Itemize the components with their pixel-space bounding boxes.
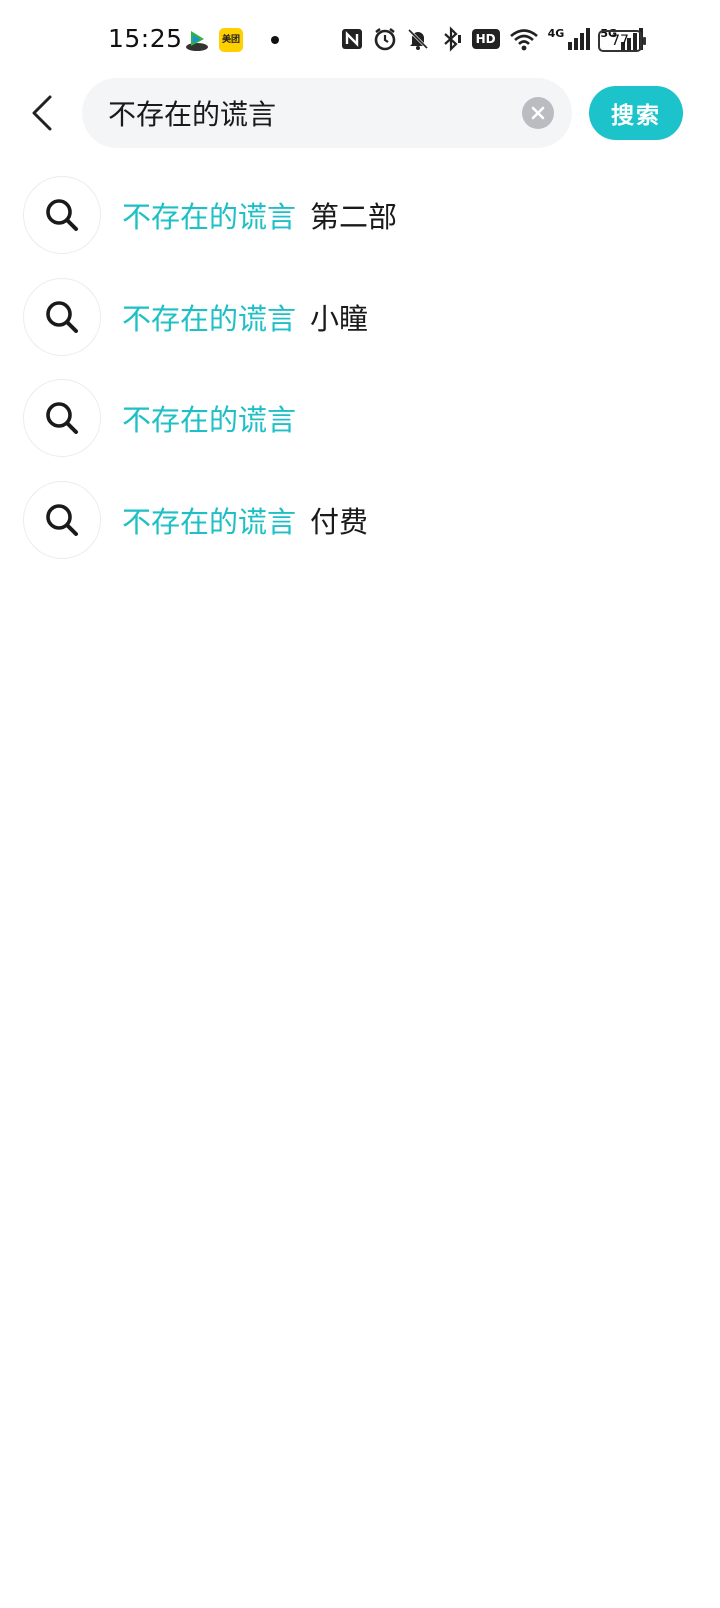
suggestion-highlight: 不存在的谎言 (122, 403, 297, 437)
suggestion-text: 不存在的谎言 第二部 (122, 194, 397, 236)
battery-level: 77 (611, 33, 629, 49)
bluetooth-icon (443, 26, 461, 52)
status-bar: 15:25 美团 HD 4G 5G 77 (0, 0, 720, 80)
mute-bell-icon (407, 28, 428, 50)
suggestion-icon-wrap (23, 379, 101, 457)
hd-voice-icon: HD (471, 29, 500, 49)
status-time: 15:25 (108, 24, 183, 53)
search-icon (46, 300, 78, 333)
search-header: 搜索 (0, 78, 720, 148)
search-box[interactable] (82, 78, 572, 148)
status-app-icons: 美团 (185, 28, 279, 52)
alarm-icon (374, 28, 395, 51)
suggestion-item[interactable]: 不存在的谎言 (0, 377, 720, 479)
suggestion-highlight: 不存在的谎言 (122, 200, 297, 234)
suggestion-icon-wrap (23, 480, 101, 559)
chevron-left-icon (32, 95, 52, 131)
suggestion-rest: 付费 (310, 504, 369, 539)
search-input[interactable] (108, 92, 508, 134)
suggestion-item[interactable]: 不存在的谎言 小瞳 (0, 276, 720, 378)
signal-4g-icon (568, 28, 591, 50)
close-icon (531, 106, 545, 120)
tencent-video-icon (186, 31, 208, 51)
suggestion-rest: 小瞳 (310, 301, 369, 336)
suggestion-icon-wrap (23, 176, 101, 254)
battery-icon: 77 (598, 30, 646, 52)
suggestion-highlight: 不存在的谎言 (122, 504, 297, 539)
nfc-icon (341, 29, 362, 49)
back-button[interactable] (24, 92, 60, 134)
suggestion-text: 不存在的谎言 (122, 397, 310, 439)
wifi-icon (509, 29, 538, 51)
suggestion-icon-wrap (23, 277, 101, 356)
search-icon (46, 199, 78, 231)
search-icon (46, 503, 78, 536)
search-icon (46, 402, 78, 434)
suggestion-item[interactable]: 不存在的谎言 第二部 (0, 174, 720, 276)
suggestion-item[interactable]: 不存在的谎言 付费 (0, 479, 720, 581)
suggestion-text: 不存在的谎言 付费 (122, 499, 368, 541)
suggestion-rest: 第二部 (310, 200, 398, 234)
suggestion-text: 不存在的谎言 小瞳 (122, 296, 368, 338)
network-4g-label: 4G (547, 26, 565, 40)
notification-dot-icon (271, 36, 279, 44)
suggestion-highlight: 不存在的谎言 (122, 301, 297, 336)
meituan-icon: 美团 (219, 28, 243, 52)
suggestion-list: 不存在的谎言 第二部 不存在的谎言 小瞳 不存在的谎言 不存在的谎言 付费 (0, 174, 720, 580)
search-button[interactable]: 搜索 (589, 86, 683, 140)
clear-button[interactable] (522, 97, 554, 129)
